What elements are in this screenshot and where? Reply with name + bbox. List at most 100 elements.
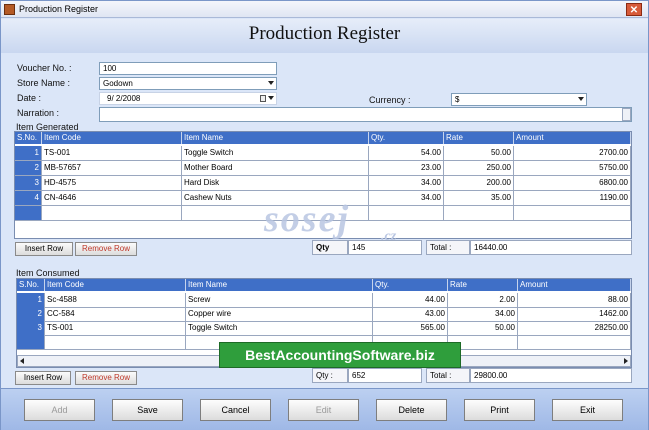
cell-item-code[interactable]: [45, 335, 186, 350]
cell-rate[interactable]: 250.00: [444, 161, 514, 176]
amount-total-value: 16440.00: [470, 240, 632, 255]
cell-qty[interactable]: 54.00: [369, 146, 444, 161]
col-sno[interactable]: S.No.: [17, 279, 45, 291]
cell-amount[interactable]: [518, 335, 631, 350]
cell-item-code[interactable]: CC-584: [45, 307, 186, 322]
voucher-input[interactable]: 100: [99, 62, 277, 75]
remove-row-button[interactable]: Remove Row: [75, 242, 137, 256]
col-item-name[interactable]: Item Name: [186, 279, 373, 291]
cell-rate[interactable]: [444, 206, 514, 221]
qty-total-label: Qty: [312, 240, 348, 255]
cell-amount[interactable]: 2700.00: [514, 146, 631, 161]
cell-sno: 3: [15, 176, 42, 191]
exit-button[interactable]: Exit: [552, 399, 623, 421]
col-amount[interactable]: Amount: [514, 132, 631, 144]
col-item-code[interactable]: Item Code: [42, 132, 182, 144]
scroll-left-icon[interactable]: [20, 358, 24, 364]
table-row[interactable]: 2 MB-57657 Mother Board 23.00 250.00 575…: [15, 161, 631, 176]
date-value: 9/ 2/2008: [107, 94, 141, 103]
cell-item-name[interactable]: Screw: [186, 293, 373, 308]
watermark-logo: sosej: [264, 198, 350, 240]
close-button[interactable]: ✕: [626, 3, 642, 16]
cell-item-code[interactable]: TS-001: [45, 321, 186, 336]
date-picker[interactable]: 9/ 2/2008: [99, 92, 277, 105]
cell-qty[interactable]: [369, 206, 444, 221]
cell-item-code[interactable]: MB-57657: [42, 161, 182, 176]
qty-total-value: 652: [348, 368, 422, 383]
chevron-down-icon[interactable]: [578, 97, 584, 101]
col-amount[interactable]: Amount: [518, 279, 631, 291]
table-row[interactable]: 1 Sc-4588 Screw 44.00 2.00 88.00: [17, 293, 631, 308]
cell-qty[interactable]: 43.00: [373, 307, 448, 322]
page-title: Production Register: [248, 23, 401, 44]
narration-input[interactable]: [99, 107, 632, 122]
cell-amount[interactable]: 1462.00: [518, 307, 631, 322]
col-sno[interactable]: S.No.: [15, 132, 42, 144]
narration-scrollbar[interactable]: [622, 108, 631, 121]
store-select[interactable]: Godown: [99, 77, 277, 90]
edit-button[interactable]: Edit: [288, 399, 359, 421]
cell-rate[interactable]: 50.00: [444, 146, 514, 161]
cell-amount[interactable]: 28250.00: [518, 321, 631, 336]
cell-item-code[interactable]: [42, 206, 182, 221]
currency-select[interactable]: $: [451, 93, 587, 106]
scroll-right-icon[interactable]: [624, 358, 628, 364]
save-button[interactable]: Save: [112, 399, 183, 421]
cell-item-name[interactable]: Hard Disk: [182, 176, 369, 191]
amount-total-label: Total :: [426, 368, 470, 383]
cell-rate[interactable]: 2.00: [448, 293, 518, 308]
promo-banner: BestAccountingSoftware.biz: [219, 342, 461, 368]
insert-row-button[interactable]: Insert Row: [15, 371, 71, 385]
currency-label: Currency :: [369, 95, 411, 105]
cell-amount[interactable]: 6800.00: [514, 176, 631, 191]
voucher-label: Voucher No. :: [17, 63, 72, 73]
delete-button[interactable]: Delete: [376, 399, 447, 421]
watermark-suffix: .cz: [381, 229, 397, 244]
cell-amount[interactable]: [514, 206, 631, 221]
cell-amount[interactable]: 5750.00: [514, 161, 631, 176]
cell-qty[interactable]: 34.00: [369, 191, 444, 206]
col-item-name[interactable]: Item Name: [182, 132, 369, 144]
cell-rate[interactable]: 34.00: [448, 307, 518, 322]
chevron-down-icon[interactable]: [268, 81, 274, 85]
cell-item-code[interactable]: HD-4575: [42, 176, 182, 191]
insert-row-button[interactable]: Insert Row: [15, 242, 73, 256]
cell-qty[interactable]: 565.00: [373, 321, 448, 336]
col-qty[interactable]: Qty.: [373, 279, 448, 291]
calendar-icon[interactable]: [260, 95, 266, 102]
chevron-down-icon[interactable]: [268, 96, 274, 100]
col-qty[interactable]: Qty.: [369, 132, 444, 144]
table-row[interactable]: 2 CC-584 Copper wire 43.00 34.00 1462.00: [17, 307, 631, 322]
cell-item-name[interactable]: Mother Board: [182, 161, 369, 176]
narration-label: Narration :: [17, 108, 60, 118]
col-rate[interactable]: Rate: [448, 279, 518, 291]
cell-qty[interactable]: 34.00: [369, 176, 444, 191]
currency-value: $: [455, 95, 460, 104]
cell-amount[interactable]: 1190.00: [514, 191, 631, 206]
cell-amount[interactable]: 88.00: [518, 293, 631, 308]
print-button[interactable]: Print: [464, 399, 535, 421]
cell-rate[interactable]: 35.00: [444, 191, 514, 206]
cell-item-code[interactable]: TS-001: [42, 146, 182, 161]
cell-rate[interactable]: 50.00: [448, 321, 518, 336]
cancel-button[interactable]: Cancel: [200, 399, 271, 421]
table-row[interactable]: 3 TS-001 Toggle Switch 565.00 50.00 2825…: [17, 321, 631, 336]
title-bar[interactable]: Production Register ✕: [1, 1, 648, 18]
cell-item-name[interactable]: Toggle Switch: [186, 321, 373, 336]
date-label: Date :: [17, 93, 42, 103]
col-item-code[interactable]: Item Code: [45, 279, 186, 291]
cell-item-name[interactable]: Copper wire: [186, 307, 373, 322]
cell-item-code[interactable]: CN-4646: [42, 191, 182, 206]
cell-item-code[interactable]: Sc-4588: [45, 293, 186, 308]
cell-rate[interactable]: 200.00: [444, 176, 514, 191]
table-row[interactable]: 1 TS-001 Toggle Switch 54.00 50.00 2700.…: [15, 146, 631, 161]
cell-item-name[interactable]: Toggle Switch: [182, 146, 369, 161]
cell-qty[interactable]: 44.00: [373, 293, 448, 308]
add-button[interactable]: Add: [24, 399, 95, 421]
cell-qty[interactable]: 23.00: [369, 161, 444, 176]
table-row[interactable]: 3 HD-4575 Hard Disk 34.00 200.00 6800.00: [15, 176, 631, 191]
cell-sno: [17, 335, 45, 350]
app-icon: [4, 4, 15, 15]
remove-row-button[interactable]: Remove Row: [75, 371, 137, 385]
col-rate[interactable]: Rate: [444, 132, 514, 144]
